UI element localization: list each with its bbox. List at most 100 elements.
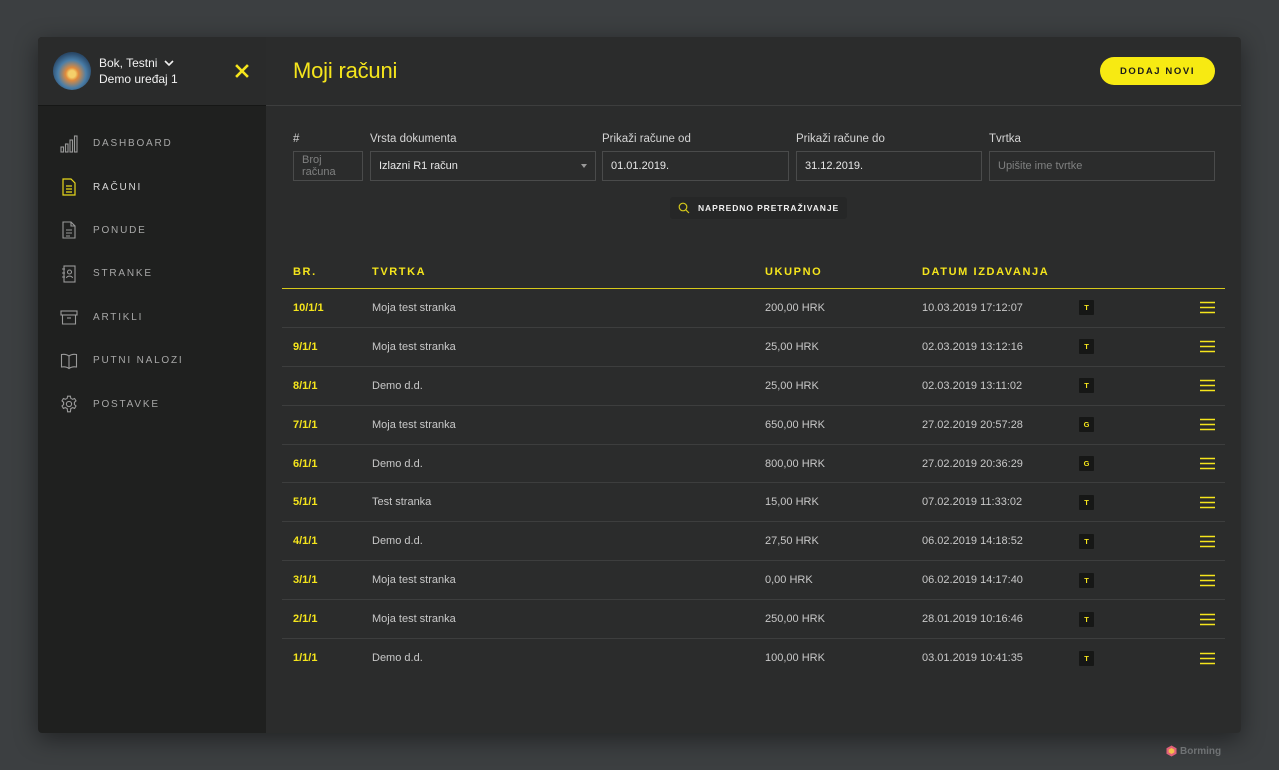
column-header-date[interactable]: DATUM IZDAVANJA xyxy=(922,266,1049,278)
table-body: 10/1/1 Moja test stranka 200,00 HRK 10.03.2… xyxy=(282,289,1225,678)
invoice-total: 200,00 HRK xyxy=(765,301,825,314)
row-menu-button[interactable] xyxy=(1200,483,1215,521)
contacts-book-icon xyxy=(60,265,78,283)
invoice-number[interactable]: 3/1/1 xyxy=(293,561,317,599)
sidebar-item-dashboard[interactable]: DASHBOARD xyxy=(38,122,266,165)
row-menu-button[interactable] xyxy=(1200,406,1215,444)
add-new-button[interactable]: DODAJ NOVI xyxy=(1100,57,1215,85)
gear-icon xyxy=(60,395,78,413)
invoice-document-icon xyxy=(60,178,78,196)
date-to-input[interactable]: 31.12.2019. xyxy=(796,151,982,181)
type-badge-cell: T xyxy=(1079,367,1094,405)
issue-date: 02.03.2019 13:11:02 xyxy=(922,379,1023,392)
invoice-number-input[interactable]: Broj računa xyxy=(293,151,363,181)
chevron-down-icon[interactable] xyxy=(163,57,175,69)
column-header-total[interactable]: UKUPNO xyxy=(765,266,822,278)
advanced-search-button[interactable]: NAPREDNO PRETRAŽIVANJE xyxy=(670,197,848,219)
issue-date: 06.02.2019 14:17:40 xyxy=(922,574,1023,587)
hamburger-menu-icon xyxy=(1200,457,1215,470)
row-menu-button[interactable] xyxy=(1200,639,1215,678)
close-sidebar-button[interactable] xyxy=(231,60,253,82)
table-row[interactable]: 6/1/1 Demo d.d. 800,00 HRK 27.02.2019 20:36… xyxy=(282,445,1225,484)
type-badge-cell: T xyxy=(1079,289,1094,327)
doc-type-filter: Vrsta dokumenta Izlazni R1 račun xyxy=(370,133,596,181)
type-badge: G xyxy=(1079,417,1094,433)
type-badge: T xyxy=(1079,378,1094,394)
type-badge-cell: T xyxy=(1079,561,1094,599)
table-row[interactable]: 5/1/1 Test stranka 15,00 HRK 07.02.2019 11:… xyxy=(282,483,1225,523)
company-name: Test stranka xyxy=(372,496,432,509)
invoice-number[interactable]: 4/1/1 xyxy=(293,522,317,560)
invoice-number[interactable]: 2/1/1 xyxy=(293,600,317,638)
sidebar: Bok, Testni Demo uređaj 1 DASHBOARD RAČU… xyxy=(38,37,266,733)
sidebar-nav: DASHBOARD RAČUNI PONUDE STRANKE ARTIKLI … xyxy=(38,106,266,426)
sidebar-item-ponude[interactable]: PONUDE xyxy=(38,209,266,252)
row-menu-button[interactable] xyxy=(1200,445,1215,483)
doc-type-select[interactable]: Izlazni R1 račun xyxy=(370,151,596,181)
hamburger-menu-icon xyxy=(1200,652,1215,665)
row-menu-button[interactable] xyxy=(1200,600,1215,638)
app-window: Bok, Testni Demo uređaj 1 DASHBOARD RAČU… xyxy=(38,37,1241,733)
sidebar-item-postavke[interactable]: POSTAVKE xyxy=(38,382,266,425)
issue-date: 02.03.2019 13:12:16 xyxy=(922,340,1023,353)
doc-type-value: Izlazni R1 račun xyxy=(379,160,458,172)
invoice-number[interactable]: 7/1/1 xyxy=(293,406,317,444)
invoice-total: 25,00 HRK xyxy=(765,379,819,392)
date-to-filter: Prikaži račune do 31.12.2019. xyxy=(796,133,982,181)
table-header: BR. TVRTKA UKUPNO DATUM IZDAVANJA xyxy=(282,255,1225,289)
row-menu-button[interactable] xyxy=(1200,367,1215,405)
invoice-number[interactable]: 10/1/1 xyxy=(293,289,324,327)
table-row[interactable]: 8/1/1 Demo d.d. 25,00 HRK 02.03.2019 13:11:… xyxy=(282,367,1225,406)
invoice-total: 250,00 HRK xyxy=(765,613,825,626)
user-info[interactable]: Bok, Testni Demo uređaj 1 xyxy=(99,55,231,87)
date-from-input[interactable]: 01.01.2019. xyxy=(602,151,789,181)
company-input[interactable]: Upišite ime tvrtke xyxy=(989,151,1215,181)
sidebar-item-racuni[interactable]: RAČUNI xyxy=(38,165,266,208)
table-row[interactable]: 4/1/1 Demo d.d. 27,50 HRK 06.02.2019 14:18:… xyxy=(282,522,1225,562)
invoice-total: 650,00 HRK xyxy=(765,418,825,431)
table-row[interactable]: 7/1/1 Moja test stranka 650,00 HRK 27.02.20… xyxy=(282,406,1225,445)
invoice-number[interactable]: 8/1/1 xyxy=(293,367,317,405)
company-name: Demo d.d. xyxy=(372,652,423,665)
company-name: Moja test stranka xyxy=(372,340,456,353)
invoice-number[interactable]: 5/1/1 xyxy=(293,483,317,521)
invoice-total: 25,00 HRK xyxy=(765,340,819,353)
company-name: Demo d.d. xyxy=(372,535,423,548)
table-row[interactable]: 3/1/1 Moja test stranka 0,00 HRK 06.02.2019… xyxy=(282,561,1225,601)
type-badge-cell: T xyxy=(1079,483,1094,521)
table-row[interactable]: 1/1/1 Demo d.d. 100,00 HRK 03.01.2019 10:41… xyxy=(282,639,1225,678)
sidebar-item-stranke[interactable]: STRANKE xyxy=(38,252,266,295)
search-icon xyxy=(678,202,690,214)
row-menu-button[interactable] xyxy=(1200,289,1215,327)
invoices-table: BR. TVRTKA UKUPNO DATUM IZDAVANJA 10/1/1… xyxy=(282,255,1225,678)
table-row[interactable]: 10/1/1 Moja test stranka 200,00 HRK 10.03.2… xyxy=(282,289,1225,328)
open-book-icon xyxy=(60,352,78,370)
sidebar-item-label: ARTIKLI xyxy=(93,311,144,323)
row-menu-button[interactable] xyxy=(1200,561,1215,599)
hamburger-menu-icon xyxy=(1200,496,1215,509)
table-row[interactable]: 9/1/1 Moja test stranka 25,00 HRK 02.03.201… xyxy=(282,328,1225,367)
date-from-filter: Prikaži račune od 01.01.2019. xyxy=(602,133,789,181)
invoice-number[interactable]: 9/1/1 xyxy=(293,328,317,366)
sidebar-item-label: PONUDE xyxy=(93,224,147,236)
company-name: Demo d.d. xyxy=(372,457,423,470)
number-filter-label: # xyxy=(293,133,300,145)
column-header-number[interactable]: BR. xyxy=(293,266,317,278)
table-row[interactable]: 2/1/1 Moja test stranka 250,00 HRK 28.01.20… xyxy=(282,600,1225,640)
sidebar-item-putni-nalozi[interactable]: PUTNI NALOZI xyxy=(38,339,266,382)
watermark-text: Borming xyxy=(1180,745,1222,757)
company-name: Moja test stranka xyxy=(372,418,456,431)
invoice-number[interactable]: 6/1/1 xyxy=(293,445,317,483)
column-header-company[interactable]: TVRTKA xyxy=(372,266,426,278)
close-icon xyxy=(235,64,249,78)
hamburger-menu-icon xyxy=(1200,379,1215,392)
row-menu-button[interactable] xyxy=(1200,328,1215,366)
advanced-search-label: NAPREDNO PRETRAŽIVANJE xyxy=(698,203,840,213)
invoice-number[interactable]: 1/1/1 xyxy=(293,639,317,678)
sidebar-item-label: PUTNI NALOZI xyxy=(93,355,184,367)
avatar[interactable] xyxy=(53,52,91,90)
sidebar-item-artikli[interactable]: ARTIKLI xyxy=(38,296,266,339)
archive-box-icon xyxy=(60,308,78,326)
type-badge: G xyxy=(1079,456,1094,471)
row-menu-button[interactable] xyxy=(1200,522,1215,560)
